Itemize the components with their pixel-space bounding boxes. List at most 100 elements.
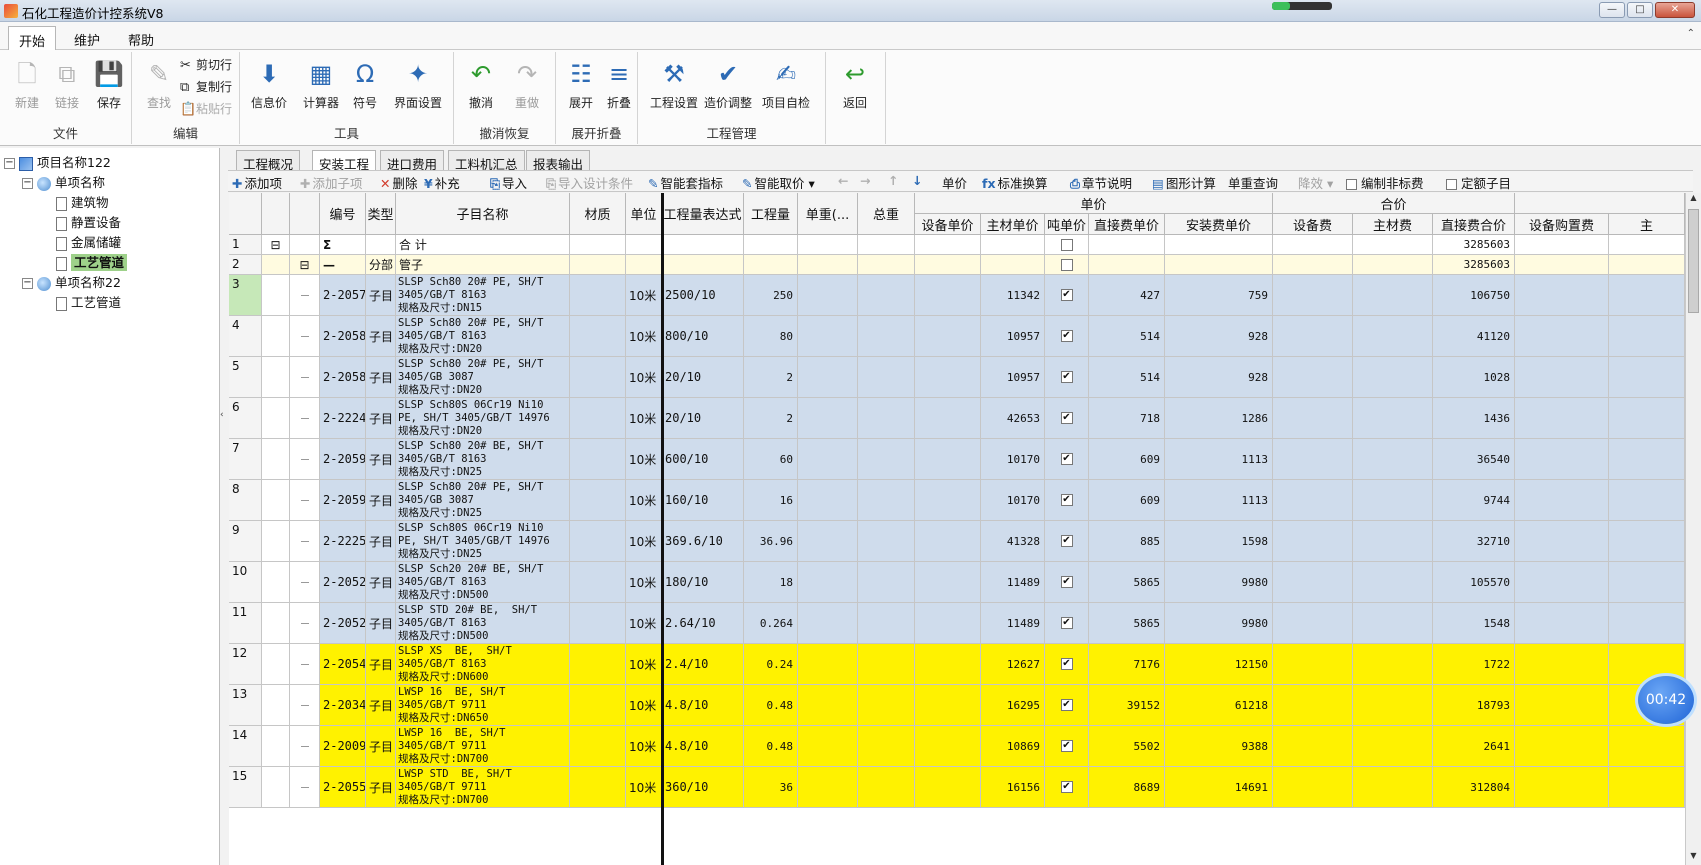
item-type[interactable]: 子目 <box>366 521 396 562</box>
collapse-panel-icon[interactable]: ‹ <box>220 410 228 422</box>
scroll-up-icon[interactable]: ▲ <box>1686 193 1701 207</box>
scroll-thumb[interactable] <box>1688 209 1699 313</box>
row-number[interactable]: 13 <box>229 685 262 726</box>
ui-settings-button[interactable]: ✦ 界面设置 <box>390 58 446 111</box>
item-name[interactable]: SLSP Sch80 20# PE, SH/T 3405/GB/T 8163 规格及… <box>396 275 570 316</box>
direct-total-cell[interactable]: 1548 <box>1433 603 1515 644</box>
item-code[interactable]: 2-2055 <box>320 767 366 808</box>
tree-item[interactable]: 工艺管道 <box>56 252 128 272</box>
content-tab[interactable]: 进口费用 <box>380 150 445 172</box>
ton-price-checkbox[interactable]: ✔ <box>1060 617 1073 629</box>
unit-weight-cell[interactable] <box>798 562 858 603</box>
ton-price-checkbox[interactable]: ✔ <box>1060 576 1073 588</box>
main-material-fee-cell[interactable] <box>1353 398 1433 439</box>
header-spacer[interactable] <box>262 193 290 235</box>
ton-price-cell[interactable]: ✔ <box>1045 439 1089 480</box>
toolbar-item[interactable]: ⎘ 导入设计条件 <box>546 173 633 192</box>
equip-purchase-cell[interactable] <box>1515 644 1609 685</box>
main-material-fee-cell[interactable] <box>1353 357 1433 398</box>
grid-cell[interactable] <box>744 255 798 275</box>
main-material-unit-price-cell[interactable]: 12627 <box>981 644 1045 685</box>
install-unit-price-cell[interactable]: 9980 <box>1165 562 1273 603</box>
cut-row-button[interactable]: ✂ 剪切行 <box>180 56 232 73</box>
direct-total-cell[interactable]: 41120 <box>1433 316 1515 357</box>
copy-row-button[interactable]: ⧉ 复制行 <box>180 78 232 95</box>
toolbar-item[interactable]: 降效 ▾ <box>1298 173 1333 192</box>
install-unit-price-cell[interactable]: 759 <box>1165 275 1273 316</box>
grid-cell[interactable] <box>1609 235 1685 255</box>
row-type[interactable] <box>366 235 396 255</box>
return-button[interactable]: ↩ 返回 <box>832 58 878 111</box>
quantity-cell[interactable]: 0.24 <box>744 644 798 685</box>
main-material-unit-price-cell[interactable]: 10957 <box>981 316 1045 357</box>
grid-cell[interactable] <box>1609 255 1685 275</box>
toolbar-item[interactable]: ↓ <box>912 173 924 188</box>
calculator-button[interactable]: ▦ 计算器 <box>298 58 344 111</box>
equip-fee-cell[interactable] <box>1273 521 1353 562</box>
main-material-fee-cell[interactable] <box>1353 562 1433 603</box>
expression-cell[interactable]: 4.8/10 <box>662 685 744 726</box>
expression-cell[interactable]: 2.64/10 <box>662 603 744 644</box>
toolbar-item[interactable]: ✎ 智能套指标 <box>648 173 723 192</box>
info-price-button[interactable]: ⬇ 信息价 <box>246 58 292 111</box>
equip-purchase-cell[interactable] <box>1515 603 1609 644</box>
quantity-cell[interactable]: 2 <box>744 357 798 398</box>
direct-total-cell[interactable]: 106750 <box>1433 275 1515 316</box>
main-material-unit-price-cell[interactable]: 10170 <box>981 480 1045 521</box>
grid-cell[interactable] <box>626 255 662 275</box>
total-weight-cell[interactable] <box>858 398 915 439</box>
header-direct-total[interactable]: 直接费合价 <box>1433 214 1515 235</box>
equip-unit-price-cell[interactable] <box>915 562 981 603</box>
equip-unit-price-cell[interactable] <box>915 357 981 398</box>
header-equip-unit-price[interactable]: 设备单价 <box>915 214 981 235</box>
grid-cell[interactable] <box>1165 255 1273 275</box>
grid-cell[interactable] <box>1609 603 1685 644</box>
header-unit[interactable]: 单位 <box>626 193 662 235</box>
menu-tab-help[interactable]: 帮助 <box>118 26 164 50</box>
item-code[interactable]: 2-2224 <box>320 398 366 439</box>
tree-expander-icon[interactable]: − <box>4 158 15 169</box>
item-code[interactable]: 2-2034 <box>320 685 366 726</box>
tree-expander-icon[interactable]: − <box>22 178 33 189</box>
main-material-unit-price-cell[interactable]: 41328 <box>981 521 1045 562</box>
grid-cell[interactable] <box>1089 235 1165 255</box>
main-material-fee-cell[interactable] <box>1353 439 1433 480</box>
grid-cell[interactable] <box>744 235 798 255</box>
item-type[interactable]: 子目 <box>366 767 396 808</box>
install-unit-price-cell[interactable]: 928 <box>1165 316 1273 357</box>
material-cell[interactable] <box>570 316 626 357</box>
direct-unit-price-cell[interactable]: 8689 <box>1089 767 1165 808</box>
direct-total-cell[interactable]: 9744 <box>1433 480 1515 521</box>
direct-total-cell[interactable]: 105570 <box>1433 562 1515 603</box>
material-cell[interactable] <box>570 603 626 644</box>
unit-weight-cell[interactable] <box>798 316 858 357</box>
unit-cell[interactable]: 10米 <box>626 521 662 562</box>
redo-button[interactable]: ↷ 重做 <box>504 58 550 111</box>
unit-weight-cell[interactable] <box>798 480 858 521</box>
equip-fee-cell[interactable] <box>1273 357 1353 398</box>
grid-cell[interactable] <box>1089 255 1165 275</box>
direct-total-cell[interactable]: 3285603 <box>1433 255 1515 275</box>
ton-price-cell[interactable]: ✔ <box>1045 480 1089 521</box>
unit-weight-cell[interactable] <box>798 767 858 808</box>
quantity-cell[interactable]: 250 <box>744 275 798 316</box>
maximize-button[interactable]: □ <box>1627 2 1653 18</box>
quantity-cell[interactable]: 16 <box>744 480 798 521</box>
item-name[interactable]: SLSP Sch80 20# PE, SH/T 3405/GB/T 8163 规格及… <box>396 316 570 357</box>
grid-cell[interactable] <box>1515 255 1609 275</box>
quantity-cell[interactable]: 2 <box>744 398 798 439</box>
unit-cell[interactable]: 10米 <box>626 644 662 685</box>
grid-cell[interactable] <box>570 235 626 255</box>
quantity-cell[interactable]: 0.48 <box>744 685 798 726</box>
grid-cell[interactable] <box>1165 235 1273 255</box>
content-tab[interactable]: 工料机汇总 <box>448 150 525 172</box>
equip-fee-cell[interactable] <box>1273 767 1353 808</box>
equip-fee-cell[interactable] <box>1273 603 1353 644</box>
item-code[interactable]: 2-2059 <box>320 439 366 480</box>
material-cell[interactable] <box>570 726 626 767</box>
material-cell[interactable] <box>570 275 626 316</box>
total-weight-cell[interactable] <box>858 603 915 644</box>
expression-cell[interactable]: 600/10 <box>662 439 744 480</box>
row-number[interactable]: 4 <box>229 316 262 357</box>
header-main-material-fee[interactable]: 主材费 <box>1353 214 1433 235</box>
